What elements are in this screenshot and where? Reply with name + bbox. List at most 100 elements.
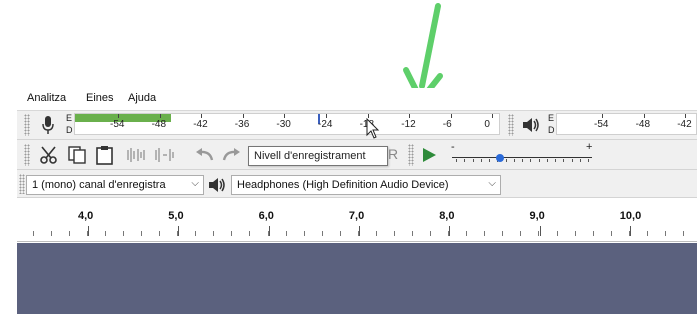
slider-tick [555, 159, 556, 162]
ruler-minor-tick [340, 231, 341, 236]
copy-icon[interactable] [66, 145, 88, 165]
ruler-minor-tick [322, 231, 323, 236]
playback-tick-mark [685, 114, 687, 118]
ruler-minor-tick [231, 231, 232, 236]
paste-icon[interactable] [94, 145, 116, 165]
recording-channels-select[interactable]: 1 (mono) canal d'enregistra ⌵ [26, 175, 204, 195]
ruler-minor-tick [430, 231, 431, 236]
meter-tick-label: -30 [276, 119, 291, 130]
ruler-minor-tick [466, 231, 467, 236]
playback-device-select[interactable]: Headphones (High Definition Audio Device… [231, 175, 501, 195]
cut-icon[interactable] [38, 145, 60, 165]
ruler-major-tick [88, 226, 89, 236]
slider-tick [464, 159, 466, 162]
ruler-minor-tick [484, 231, 485, 236]
ruler-minor-tick [105, 231, 106, 236]
slider-tick [522, 159, 523, 162]
ruler-minor-tick [412, 231, 413, 236]
ruler-major-tick [178, 226, 180, 236]
redo-icon[interactable] [220, 146, 244, 164]
playback-device-value: Headphones (High Definition Audio Device… [237, 179, 449, 191]
ruler-minor-tick [557, 231, 558, 236]
playback-tick-mark [602, 114, 603, 118]
toolbar-grip[interactable] [19, 174, 25, 194]
ruler-label: 5,0 [168, 210, 184, 222]
chevron-down-icon: ⌵ [488, 178, 496, 189]
slider-tick [480, 159, 482, 162]
playback-speed-track[interactable] [452, 157, 592, 158]
ruler-minor-tick [520, 231, 521, 236]
chevron-down-icon: ⌵ [191, 178, 199, 189]
ruler-minor-tick [195, 231, 196, 236]
slider-tick [579, 159, 581, 162]
ruler-minor-tick [177, 231, 178, 236]
meter-tick-label: -12 [401, 119, 416, 130]
mouse-cursor-icon [366, 118, 380, 139]
speaker-icon [209, 178, 225, 192]
meter-tick-mark [284, 114, 286, 118]
ruler-minor-tick [51, 231, 52, 236]
meter-tick-label: -6 [442, 119, 452, 130]
ruler-minor-tick [249, 231, 250, 236]
ruler-minor-tick [33, 231, 34, 236]
playback-speed-thumb[interactable] [495, 154, 504, 162]
playback-tick-label: -48 [635, 119, 651, 130]
slider-max-label: + [586, 141, 593, 153]
ruler-minor-tick [358, 231, 359, 236]
slider-tick [530, 159, 532, 162]
meter-right-channel-letter: D [66, 125, 73, 135]
slider-tick [571, 159, 573, 162]
track-area[interactable] [17, 243, 697, 314]
toolbar-grip[interactable] [408, 144, 414, 166]
ruler-label: 6,0 [258, 210, 274, 222]
slider-tick [472, 159, 474, 162]
speaker-icon[interactable] [520, 114, 542, 136]
playback-tick-label: -54 [594, 119, 609, 130]
ruler-major-tick [358, 226, 360, 236]
ruler-label: 7,0 [348, 210, 365, 222]
ruler-minor-tick [268, 231, 269, 236]
menu-analyze[interactable]: Analitza [27, 92, 66, 104]
ruler-minor-tick [575, 231, 576, 236]
ruler-label: 4,0 [78, 210, 94, 222]
ruler-minor-tick [394, 231, 395, 236]
undo-icon[interactable] [192, 146, 216, 164]
playback-right-channel-letter: D [548, 125, 555, 135]
recording-channels-value: 1 (mono) canal d'enregistra [32, 179, 166, 191]
playback-tick-mark [643, 114, 645, 118]
menu-tools[interactable]: Eines [86, 92, 114, 104]
slider-min-label: - [451, 141, 455, 153]
meter-tick-label: -48 [151, 119, 167, 130]
ruler-minor-tick [376, 231, 377, 236]
playback-meter[interactable] [556, 113, 697, 135]
ruler-major-tick [449, 226, 451, 236]
ruler-minor-tick [304, 231, 305, 236]
meter-tick-label: -24 [318, 119, 333, 130]
meter-tick-label: -36 [234, 119, 250, 130]
slider-tick [538, 159, 540, 162]
toolbar-grip[interactable] [24, 144, 30, 166]
ruler-minor-tick [665, 231, 666, 236]
ruler-minor-tick [683, 231, 684, 236]
microphone-icon[interactable] [40, 114, 56, 136]
meter-tick-mark [492, 114, 494, 118]
ruler-label: 9,0 [529, 210, 545, 222]
trim-audio-icon[interactable] [124, 146, 148, 164]
meter-tick-mark [159, 114, 161, 118]
ruler-minor-tick [448, 231, 449, 236]
silence-audio-icon[interactable] [152, 146, 176, 164]
ruler-minor-tick [141, 231, 142, 236]
zoom-toggle-icon[interactable]: R [388, 146, 398, 162]
menu-help[interactable]: Ajuda [128, 92, 156, 104]
meter-tick-mark [242, 114, 244, 118]
meter-tick-mark [409, 114, 411, 118]
playback-left-channel-letter: E [548, 113, 555, 123]
toolbar-grip[interactable] [24, 114, 30, 136]
ruler-label: 10,0 [619, 210, 642, 222]
ruler-minor-tick [87, 231, 88, 236]
play-at-speed-icon[interactable] [420, 146, 438, 164]
toolbar-grip[interactable] [508, 114, 514, 136]
playback-tick-label: -42 [677, 119, 692, 130]
meter-tick-label: -42 [193, 119, 208, 130]
slider-tick [505, 159, 507, 162]
